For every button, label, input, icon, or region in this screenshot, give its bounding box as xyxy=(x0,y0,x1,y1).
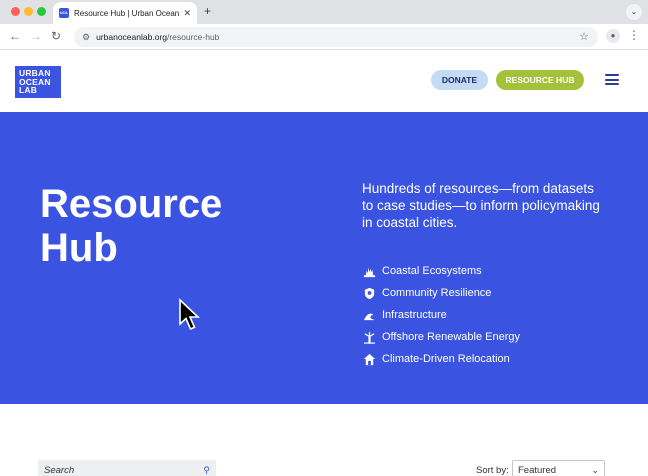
sort-selected-value: Featured xyxy=(518,464,557,476)
resource-hub-button[interactable]: RESOURCE HUB xyxy=(496,70,584,90)
profile-avatar-icon[interactable]: ● xyxy=(606,29,620,43)
reload-icon[interactable]: ↻ xyxy=(51,29,61,43)
topic-label: Community Resilience xyxy=(382,287,492,299)
browser-toolbar: ← → ↻ ⚙ urbanoceanlab.org/resource-hub ☆… xyxy=(0,24,648,50)
topic-label: Climate-Driven Relocation xyxy=(382,353,510,365)
search-input[interactable]: Search ⚲ xyxy=(38,460,216,476)
urban-ocean-lab-logo[interactable]: URBAN OCEAN LAB xyxy=(15,66,61,98)
topic-list: Coastal Ecosystems Community Resilience … xyxy=(362,260,520,370)
search-placeholder: Search xyxy=(44,464,75,476)
window-minimize-button[interactable] xyxy=(24,7,33,16)
window-close-button[interactable] xyxy=(11,7,20,16)
search-icon[interactable]: ⚲ xyxy=(203,465,210,476)
page-title-line2: Hub xyxy=(40,226,118,270)
wind-turbine-icon xyxy=(362,330,376,344)
mouse-cursor-icon xyxy=(179,298,200,331)
house-icon xyxy=(362,352,376,366)
page-title: Resource Hub xyxy=(40,182,240,270)
topic-climate-driven-relocation[interactable]: Climate-Driven Relocation xyxy=(362,348,520,370)
browser-titlebar: UOL Resource Hub | Urban Ocean Lab ✕ + ⌄ xyxy=(0,0,648,24)
site-header: URBAN OCEAN LAB DONATE RESOURCE HUB xyxy=(0,51,648,112)
back-arrow-icon[interactable]: ← xyxy=(9,29,21,43)
donate-button[interactable]: DONATE xyxy=(431,70,488,90)
browser-tab[interactable]: UOL Resource Hub | Urban Ocean Lab ✕ xyxy=(53,2,197,24)
coral-icon xyxy=(362,264,376,278)
new-tab-button[interactable]: + xyxy=(204,4,211,18)
tab-title: Resource Hub | Urban Ocean Lab xyxy=(74,8,180,18)
page-title-line1: Resource xyxy=(40,182,223,226)
topic-label: Offshore Renewable Energy xyxy=(382,331,520,343)
topic-community-resilience[interactable]: Community Resilience xyxy=(362,282,520,304)
hero-section: Resource Hub Hundreds of resources—from … xyxy=(0,112,648,404)
hamburger-menu-icon[interactable] xyxy=(605,74,619,85)
site-info-icon[interactable]: ⚙ xyxy=(82,32,90,43)
topic-offshore-renewable-energy[interactable]: Offshore Renewable Energy xyxy=(362,326,520,348)
chevron-down-icon: ⌄ xyxy=(591,464,599,475)
hero-description: Hundreds of resources—from datasets to c… xyxy=(362,181,600,230)
shield-icon xyxy=(362,286,376,300)
forward-arrow-icon[interactable]: → xyxy=(30,29,42,43)
sort-select[interactable]: Featured ⌄ xyxy=(512,460,605,476)
tab-close-icon[interactable]: ✕ xyxy=(183,8,191,19)
topic-coastal-ecosystems[interactable]: Coastal Ecosystems xyxy=(362,260,520,282)
topic-label: Coastal Ecosystems xyxy=(382,265,482,277)
url-text: urbanoceanlab.org/resource-hub xyxy=(96,32,220,42)
browser-menu-icon[interactable]: ⋮ xyxy=(628,28,640,42)
logo-line-lab: LAB xyxy=(19,85,38,95)
topic-label: Infrastructure xyxy=(382,309,447,321)
site-favicon-icon: UOL xyxy=(59,8,69,18)
bookmark-star-icon[interactable]: ☆ xyxy=(579,30,589,43)
tab-search-chevron-icon[interactable]: ⌄ xyxy=(626,4,642,20)
window-maximize-button[interactable] xyxy=(37,7,46,16)
wave-building-icon xyxy=(362,308,376,322)
topic-infrastructure[interactable]: Infrastructure xyxy=(362,304,520,326)
address-bar[interactable]: ⚙ urbanoceanlab.org/resource-hub ☆ xyxy=(74,27,598,47)
sort-by-label: Sort by: xyxy=(476,465,509,476)
